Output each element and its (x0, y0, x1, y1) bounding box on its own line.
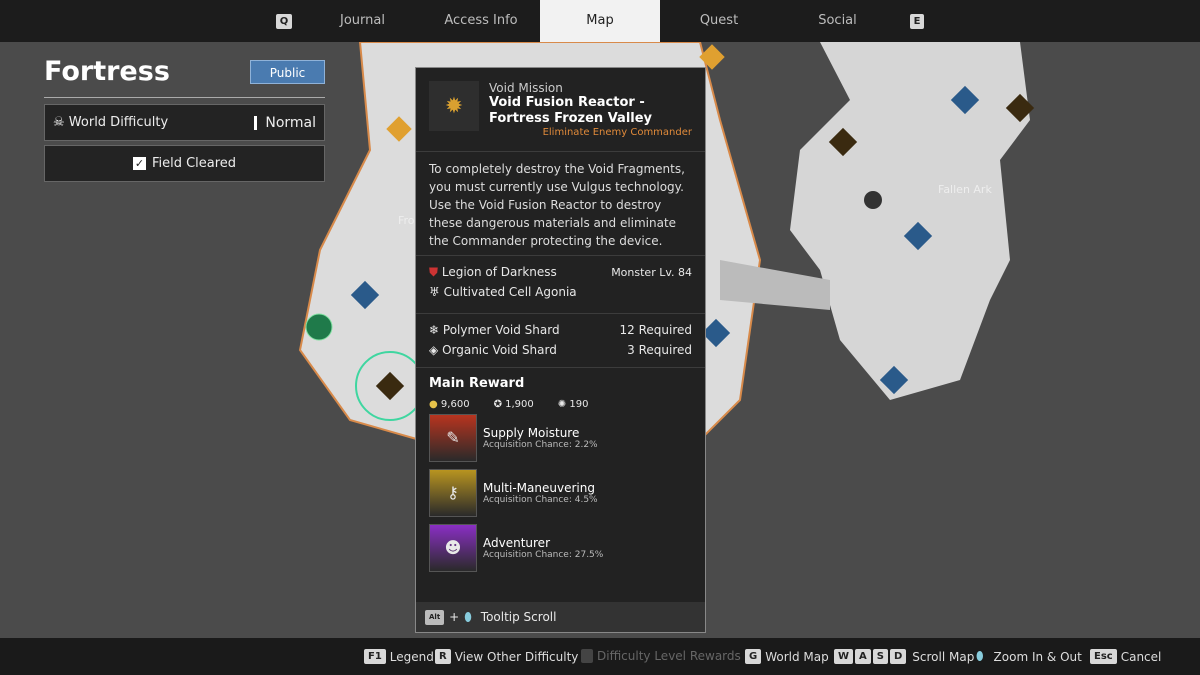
zoom-hint: ⬮ Zoom In & Out (976, 649, 1082, 664)
requirement-count: 12 Required (619, 323, 693, 337)
shard-icon: ◈ (429, 343, 439, 357)
page-title: Fortress (44, 56, 170, 87)
difficulty-rewards-button[interactable]: Difficulty Level Rewards (581, 649, 741, 663)
xp-value: 1,900 (505, 399, 534, 410)
reward-icon: ⚷ (429, 468, 477, 517)
requirement-count: 3 Required (627, 343, 692, 357)
reward-icon: ✎ (429, 413, 477, 462)
reward-chance: Acquisition Chance: 4.5% (483, 494, 598, 505)
view-other-difficulty-button[interactable]: R View Other Difficulty (435, 649, 578, 664)
mouse-icon: ⬮ (464, 609, 472, 624)
prev-tab-key[interactable]: Q (275, 0, 293, 42)
scroll-hint-label: Tooltip Scroll (480, 610, 557, 624)
mission-description: To completely destroy the Void Fragments… (416, 152, 705, 256)
next-tab-key[interactable]: E (908, 0, 926, 42)
alt-key: Alt (425, 609, 445, 625)
reward-item: ⚷ Multi-Maneuvering Acquisition Chance: 4.… (429, 465, 692, 520)
map-label-fallen-ark: Fallen Ark (938, 183, 992, 196)
reward-name: Supply Moisture (483, 425, 580, 440)
mouse-icon: ⬮ (976, 649, 984, 663)
mission-title: Void Fusion Reactor - Fortress Frozen Va… (489, 95, 653, 126)
mission-tooltip: ✹ Void Mission Void Fusion Reactor - For… (415, 67, 706, 633)
faction-icon: ⛊ (429, 264, 439, 279)
reward-name: Adventurer (483, 535, 551, 550)
reward-name: Multi-Maneuvering (483, 480, 595, 495)
tooltip-scroll-hint: Alt + ⬮ Tooltip Scroll (416, 602, 705, 632)
field-cleared-label: Field Cleared (151, 156, 237, 171)
world-difficulty-value: Normal (265, 114, 316, 131)
world-difficulty-label: World Difficulty (68, 115, 169, 130)
reward-item: ☻ Adventurer Acquisition Chance: 27.5% (429, 520, 692, 575)
reward-icon: ☻ (429, 523, 477, 572)
checkbox-icon[interactable]: ✓ (132, 157, 146, 170)
xp-icon: ✪ (493, 399, 502, 410)
reward-chance: Acquisition Chance: 2.2% (483, 439, 598, 450)
requirement-name: Organic Void Shard (442, 343, 557, 357)
skull-icon: ☠ (53, 115, 65, 130)
map-marker-target (864, 191, 882, 209)
scroll-map-hint: W A S D Scroll Map (834, 649, 974, 664)
boss-name: Cultivated Cell Agonia (443, 285, 577, 299)
enemy-info: ⛊ Legion of Darkness Monster Lv. 84 ♅ Cul… (416, 256, 705, 314)
field-cleared-toggle[interactable]: ✓ Field Cleared (44, 145, 325, 182)
world-map-button[interactable]: G World Map (745, 649, 829, 664)
monster-level: Monster Lv. 84 (611, 265, 692, 279)
kuiper-value: 190 (569, 399, 589, 410)
divider (44, 97, 325, 98)
shard-icon: ❄ (429, 323, 440, 337)
legend-button[interactable]: F1 Legend (364, 649, 434, 664)
gold-value: 9,600 (440, 399, 470, 410)
world-difficulty-selector[interactable]: ☠ World Difficulty Normal (44, 104, 325, 141)
map-label-fro: Fro (398, 214, 415, 227)
tab-social[interactable]: Social (800, 0, 875, 42)
tab-map[interactable]: Map (540, 0, 660, 42)
reward-chance: Acquisition Chance: 27.5% (483, 549, 604, 560)
cancel-button[interactable]: Esc Cancel (1090, 649, 1161, 664)
gold-coin-icon: ● (429, 399, 438, 410)
tab-journal[interactable]: Journal (320, 0, 405, 42)
main-reward: Main Reward ● 9,600 ✪ 1,900 ✺ 190 ✎ Suppl… (416, 368, 705, 583)
main-reward-label: Main Reward (429, 376, 525, 391)
requirement-name: Polymer Void Shard (442, 323, 560, 337)
currency-rewards: ● 9,600 ✪ 1,900 ✺ 190 (429, 399, 692, 410)
mission-objective: Eliminate Enemy Commander (542, 127, 692, 138)
boss-icon: ♅ (429, 285, 440, 299)
requirements: ❄ Polymer Void Shard 12 Required ◈ Organi… (416, 314, 705, 368)
public-button[interactable]: Public (250, 60, 325, 84)
tab-quest[interactable]: Quest (680, 0, 758, 42)
bottom-hints: F1 Legend R View Other Difficulty Difficul… (0, 638, 1200, 675)
kuiper-icon: ✺ (557, 399, 567, 410)
tab-access-info[interactable]: Access Info (430, 0, 532, 42)
faction-name: Legion of Darkness (441, 264, 557, 279)
void-mission-icon: ✹ (429, 81, 479, 131)
map-marker-green (305, 313, 333, 341)
reward-item: ✎ Supply Moisture Acquisition Chance: 2.2% (429, 410, 692, 465)
mission-category: Void Mission (489, 81, 563, 95)
tooltip-header: ✹ Void Mission Void Fusion Reactor - For… (416, 68, 705, 152)
top-nav: Q Journal Access Info Map Quest Social E (0, 0, 1200, 42)
